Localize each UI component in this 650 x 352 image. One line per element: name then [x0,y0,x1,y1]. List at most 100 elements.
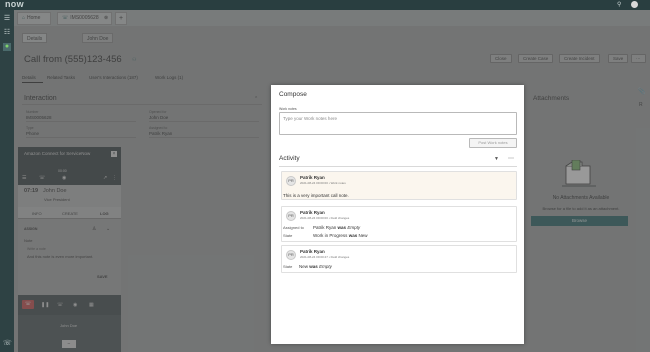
no-attachments-text: No Attachments Available [552,195,610,201]
tab-user-interactions[interactable]: User's Interactions (187) [89,75,138,80]
new-value: Patrik Ryan [313,225,337,230]
entry-author: Patrik Ryan [300,210,325,215]
avatar: PR [286,176,296,186]
was-word: was [348,233,358,238]
change-value: New was Empty [299,264,332,269]
caller-name: John Doe [43,188,67,194]
create-case-button[interactable]: Create Case [518,54,554,63]
entry-meta: 2021-08-24 09:00:00 • Work notes [300,181,346,185]
opened-for-field[interactable]: John Doe [149,115,259,122]
tab-related-details[interactable]: Details [22,75,36,80]
work-notes-input[interactable] [279,112,517,135]
change-value: Work in Progress was New [313,233,368,238]
activity-title: Activity [279,155,300,162]
field-label: Opened for [149,110,167,114]
avatar: PR [286,211,296,221]
close-button[interactable]: Close [490,54,512,63]
expand-icon[interactable]: ↗ [103,175,107,181]
timer-label: 00:00 [58,169,67,173]
note-label: Note [24,238,33,243]
old-value: Empty [347,225,361,230]
phone-icon[interactable]: ☏ [39,175,45,181]
tab-label: IMS0005628 [70,15,99,21]
phone-icon: ☏ [62,15,69,21]
field-label: Number [26,110,39,114]
pause-icon[interactable]: ❚❚ [41,302,49,308]
call-time: 07:19 [24,188,39,194]
tab-record[interactable]: ☏ IMS0005628 ⊗ [57,12,112,25]
tab-related-tasks[interactable]: Related Tasks [47,75,75,80]
search-icon[interactable]: ⚲ [617,1,621,8]
was-word: was [309,264,318,269]
avatar: PR [286,250,296,260]
note-save-button[interactable]: SAVE [97,274,108,279]
change-field: State [283,233,293,238]
subtab-details[interactable]: Details [22,33,48,43]
menu-icon[interactable]: ☰ [3,15,11,23]
left-rail [0,10,14,352]
keypad-icon[interactable]: ▦ [89,302,94,308]
number-field[interactable]: IMS0005628 [26,115,136,122]
phone-icon[interactable]: ☏ [3,340,12,348]
record-title: Call from (555)123-456 [24,54,122,65]
user-icon[interactable]: ♙ [92,226,96,232]
browse-button[interactable]: Browse [531,216,628,226]
transfer-icon[interactable]: ☏ [57,302,63,308]
tab-label: Home [27,15,41,21]
entry-author: Patrik Ryan [300,249,325,254]
empty-folder-icon [562,160,596,187]
more-icon[interactable]: ⋯ [508,155,514,162]
was-word: was [337,225,347,230]
top-bar [0,0,650,10]
section-title: Interaction [24,95,57,102]
refresh-icon[interactable]: R [639,102,643,108]
subtab-contact[interactable]: John Doe [82,33,114,43]
tab-create[interactable]: CREATE [62,211,78,216]
app-logo[interactable]: now [5,0,24,9]
post-work-notes-button[interactable]: Post Work notes [469,138,517,148]
type-field[interactable]: Phone [26,131,136,138]
tab-info[interactable]: INFO [32,211,42,216]
more-button[interactable]: ⋯ [631,54,646,63]
tab-underline [22,82,43,83]
agent-icon[interactable]: ● [3,43,11,51]
caller-role: Vice President [44,197,70,202]
change-field: Assigned to [283,225,304,230]
minimize-button[interactable]: − [62,340,76,348]
info-icon[interactable]: ⚇ [132,57,136,63]
collapse-icon[interactable]: ⌃ [254,96,258,102]
compose-title: Compose [279,91,307,98]
assign-section: ASSIGN [24,227,38,231]
tab-log[interactable]: LOG [100,211,109,216]
more-icon[interactable]: ⋮ [112,175,117,181]
chevron-down-icon[interactable]: ⌄ [106,226,110,232]
menu-icon[interactable]: ☰ [22,175,26,181]
list-icon[interactable]: ☷ [3,29,11,37]
footer-caller-name: John Doe [60,323,78,328]
new-tab-button[interactable]: + [115,12,127,25]
agent-panel-title: Amazon Connect for ServiceNow [24,151,91,156]
close-icon[interactable]: ⊗ [104,15,108,21]
entry-meta: 2021-08-24 09:00:47 • Field changes [300,255,350,259]
work-notes-label: Work notes [279,107,297,111]
old-value: New [358,233,368,238]
change-value: Patrik Ryan was Empty [313,225,360,230]
note-input[interactable]: And this note is even more important. [27,254,117,259]
save-button[interactable]: Save [608,54,629,63]
field-label: Assigned to [149,126,168,130]
paperclip-icon[interactable]: 📎 [638,88,645,95]
close-icon[interactable]: × [111,151,117,157]
user-avatar[interactable] [631,1,638,8]
end-call-button[interactable]: ☏ [22,300,34,309]
status-icon[interactable]: ◉ [62,175,66,181]
record-icon[interactable]: ◉ [73,302,77,308]
tab-work-logs[interactable]: Work Logs (1) [155,75,183,80]
tab-home[interactable]: ⌂ Home [17,12,51,25]
create-incident-button[interactable]: Create Incident [559,54,600,63]
home-icon: ⌂ [22,15,26,21]
entry-meta: 2021-08-24 09:00:00 • Field changes [300,216,350,220]
assigned-to-field[interactable]: Patrik Ryan [149,131,259,138]
new-value: Work in Progress [313,233,348,238]
note-sublabel: Write a note [27,247,46,251]
filter-icon[interactable]: ▼ [494,156,499,162]
